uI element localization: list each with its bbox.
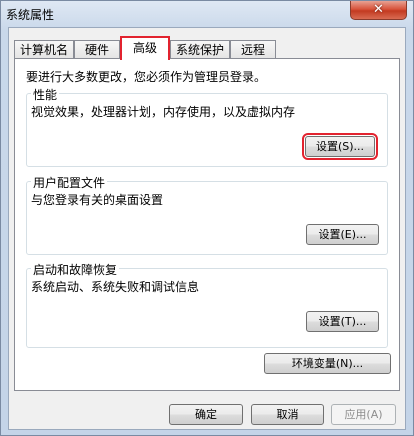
tab-label: 系统保护 xyxy=(175,43,224,57)
advanced-tab-panel: 要进行大多数更改，您必须作为管理员登录。 性能 视觉效果，处理器计划，内存使用，… xyxy=(14,58,400,391)
tab-advanced[interactable]: 高级 xyxy=(120,36,170,60)
close-icon: ✕ xyxy=(373,2,384,17)
startup-recovery-title: 启动和故障恢复 xyxy=(31,261,120,278)
performance-group: 性能 视觉效果，处理器计划，内存使用，以及虚拟内存 设置(S)... xyxy=(26,86,388,167)
user-profiles-group: 用户配置文件 与您登录有关的桌面设置 设置(E)... xyxy=(26,174,388,255)
ok-button[interactable]: 确定 xyxy=(169,404,243,425)
user-profiles-description: 与您登录有关的桌面设置 xyxy=(31,193,164,207)
system-properties-window: 系统属性 ✕ 计算机名 硬件 高级 系统保护 远程 要进行大多数更改，您必须作为… xyxy=(0,0,414,436)
admin-note: 要进行大多数更改，您必须作为管理员登录。 xyxy=(26,70,267,84)
apply-button[interactable]: 应用(A) xyxy=(331,404,396,425)
performance-description: 视觉效果，处理器计划，内存使用，以及虚拟内存 xyxy=(31,105,296,119)
title-bar[interactable]: 系统属性 ✕ xyxy=(1,1,413,27)
performance-settings-button[interactable]: 设置(S)... xyxy=(302,133,378,160)
tab-hardware[interactable]: 硬件 xyxy=(74,40,120,59)
close-button[interactable]: ✕ xyxy=(350,1,407,20)
performance-title: 性能 xyxy=(31,86,60,103)
user-profiles-settings-button[interactable]: 设置(E)... xyxy=(306,224,379,245)
tab-label: 硬件 xyxy=(84,43,109,57)
tab-system-protection[interactable]: 系统保护 xyxy=(170,40,230,59)
dialog-body: 计算机名 硬件 高级 系统保护 远程 要进行大多数更改，您必须作为管理员登录。 … xyxy=(8,27,406,430)
startup-recovery-settings-button[interactable]: 设置(T)... xyxy=(306,311,379,332)
cancel-button[interactable]: 取消 xyxy=(251,404,324,425)
startup-recovery-group: 启动和故障恢复 系统启动、系统失败和调试信息 设置(T)... xyxy=(26,261,388,348)
tab-label: 远程 xyxy=(240,43,265,57)
window-title: 系统属性 xyxy=(6,8,55,22)
user-profiles-title: 用户配置文件 xyxy=(31,174,108,191)
tab-label: 高级 xyxy=(132,41,157,55)
startup-recovery-description: 系统启动、系统失败和调试信息 xyxy=(31,280,200,294)
tab-computer-name[interactable]: 计算机名 xyxy=(14,40,74,59)
tab-remote[interactable]: 远程 xyxy=(230,40,276,59)
environment-variables-button[interactable]: 环境变量(N)... xyxy=(264,353,391,374)
tab-label: 计算机名 xyxy=(19,43,68,57)
